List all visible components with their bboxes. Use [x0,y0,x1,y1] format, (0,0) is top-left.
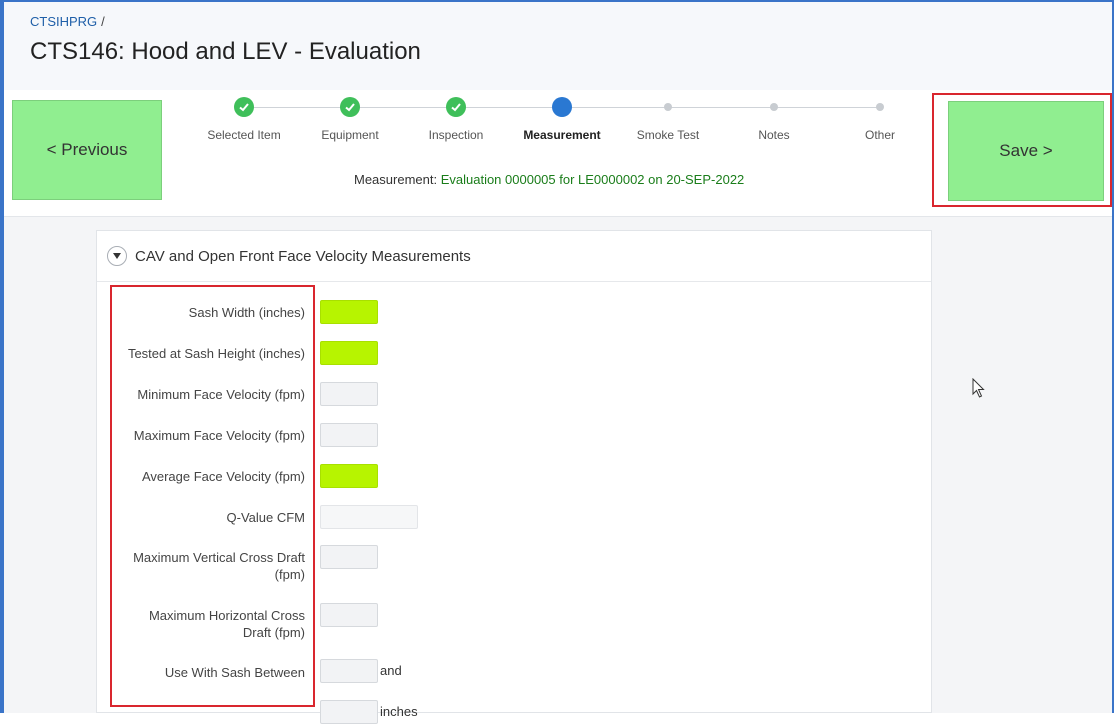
evaluation-link[interactable]: Evaluation 0000005 for LE0000002 on 20-S… [441,172,745,187]
wizard-message-prefix: Measurement: [354,172,441,187]
breadcrumb-link[interactable]: CTSIHPRG [30,14,97,29]
label-q-value: Q-Value CFM [226,510,306,525]
pending-step-icon [876,103,884,111]
step-label: Notes [758,128,790,142]
label-line: (fpm) [274,567,305,582]
current-step-icon [552,97,572,117]
step-label: Other [864,128,895,142]
step-label: Smoke Test [636,128,700,142]
wizard-message: Measurement: Evaluation 0000005 for LE00… [354,172,744,187]
field-labels: Sash Width (inches) Tested at Sash Heigh… [112,0,305,713]
max-vertical-cross-draft-input[interactable] [320,545,378,569]
label-max-face-velocity: Maximum Face Velocity (fpm) [133,428,305,443]
inches-label: inches [380,704,418,719]
step-label: Equipment [321,128,379,142]
label-sash-height: Tested at Sash Height (inches) [127,346,305,361]
label-max-horizontal-cross-draft: Maximum Horizontal Cross Draft (fpm) [149,607,305,641]
breadcrumb-separator: / [101,14,105,29]
step-label: Measurement [523,128,601,142]
max-horizontal-cross-draft-input[interactable] [320,603,378,627]
pending-step-icon [770,103,778,111]
sash-height-input[interactable] [320,341,378,365]
step-equipment: Equipment [300,96,400,142]
step-measurement: Measurement [512,96,612,142]
breadcrumb: CTSIHPRG / [30,14,105,29]
q-value-output [320,505,418,529]
step-notes: Notes [724,96,824,142]
step-label: Inspection [428,128,484,142]
sash-between-max-input[interactable] [320,700,378,724]
check-icon [340,97,360,117]
step-other: Other [830,96,930,142]
mouse-pointer-icon [972,378,985,398]
save-highlight: Save > [932,93,1112,207]
and-label: and [380,663,402,678]
label-line: Maximum Horizontal Cross [148,608,305,623]
sash-width-input[interactable] [320,300,378,324]
label-line: Maximum Vertical Cross Draft [133,550,305,565]
sash-between-min-input[interactable] [320,659,378,683]
step-inspection: Inspection [406,96,506,142]
label-sash-between: Use With Sash Between [164,665,305,680]
min-face-velocity-input[interactable] [320,382,378,406]
avg-face-velocity-input[interactable] [320,464,378,488]
max-face-velocity-input[interactable] [320,423,378,447]
label-sash-width: Sash Width (inches) [188,305,305,320]
label-max-vertical-cross-draft: Maximum Vertical Cross Draft (fpm) [133,549,305,583]
label-line: Draft (fpm) [242,625,305,640]
label-min-face-velocity: Minimum Face Velocity (fpm) [137,387,305,402]
check-icon [446,97,466,117]
step-smoke-test: Smoke Test [618,96,718,142]
save-button[interactable]: Save > [948,101,1104,201]
pending-step-icon [664,103,672,111]
label-avg-face-velocity: Average Face Velocity (fpm) [141,469,305,484]
